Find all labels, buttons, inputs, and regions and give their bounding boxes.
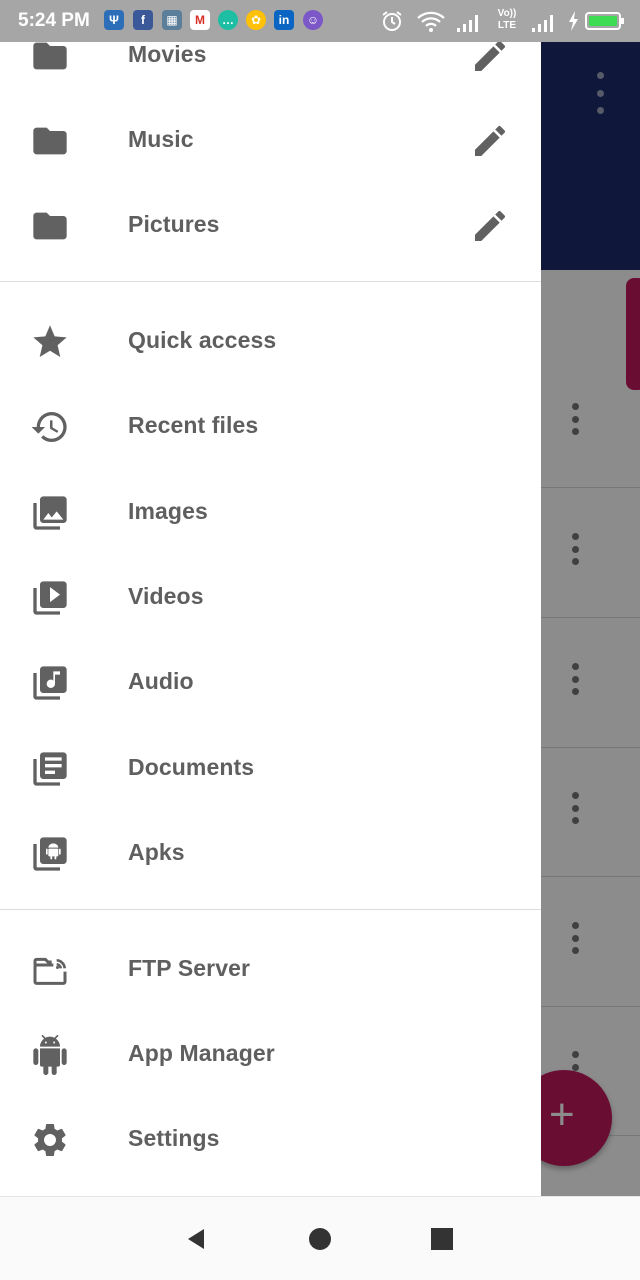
drawer-item-label: Quick access — [128, 327, 277, 353]
ftp-server-icon — [30, 950, 70, 990]
drawer-item-apks[interactable]: Apks — [0, 810, 541, 895]
drawer-divider — [0, 281, 541, 282]
drawer-item-label: Settings — [128, 1125, 220, 1151]
drawer-item-ftp-server[interactable]: FTP Server — [0, 926, 541, 1011]
music-library-icon — [30, 663, 70, 703]
drawer-item-audio[interactable]: Audio — [0, 639, 541, 724]
drawer-item-images[interactable]: Images — [0, 469, 541, 554]
drawer-item-label: Videos — [128, 583, 204, 609]
folder-icon — [30, 121, 70, 161]
star-icon — [30, 322, 70, 362]
history-icon — [30, 407, 70, 447]
navigation-drawer: Movies Music Pictures Quick access Recen… — [0, 0, 541, 1196]
drawer-item-label: Images — [128, 498, 208, 524]
drawer-item-quick-access[interactable]: Quick access — [0, 298, 541, 383]
home-icon[interactable] — [306, 1225, 334, 1253]
volte-icon: Vo)) LTE — [497, 8, 517, 31]
recents-icon[interactable] — [428, 1225, 456, 1253]
alarm-icon — [382, 11, 402, 31]
drawer-item-label: Audio — [128, 668, 194, 694]
drawer-item-label: App Manager — [128, 1040, 275, 1066]
edit-icon[interactable] — [470, 36, 510, 76]
drawer-item-app-manager[interactable]: App Manager — [0, 1011, 541, 1096]
drawer-item-label: Recent files — [128, 412, 259, 438]
edit-icon[interactable] — [470, 121, 510, 161]
gallery-icon: ▦ — [162, 10, 182, 30]
status-time: 5:24 PM — [18, 10, 90, 31]
folder-icon — [30, 206, 70, 246]
status-bar: 5:24 PM Ψ f ▦ M … ✿ in ☺ Vo)) LTE — [0, 0, 640, 42]
wifi-icon — [417, 11, 445, 32]
system-nav-bar — [0, 1196, 640, 1280]
image-library-icon — [30, 493, 70, 533]
drawer-item-settings[interactable]: Settings — [0, 1096, 541, 1181]
messenger-icon: … — [218, 10, 238, 30]
signal-icon — [457, 15, 478, 32]
drawer-item-label: Pictures — [128, 211, 220, 237]
document-library-icon — [30, 749, 70, 789]
drawer-item-label: Music — [128, 126, 194, 152]
signal-icon — [532, 15, 553, 32]
drawer-item-recent-files[interactable]: Recent files — [0, 383, 541, 468]
gear-icon — [30, 1120, 70, 1160]
drawer-item-documents[interactable]: Documents — [0, 725, 541, 810]
drawer-divider — [0, 909, 541, 910]
gmail-icon: M — [190, 10, 210, 30]
android-icon — [30, 1035, 70, 1075]
sunflower-app-icon: ✿ — [246, 10, 266, 30]
usb-icon: Ψ — [104, 10, 124, 30]
drawer-item-pictures[interactable]: Pictures — [0, 182, 541, 267]
drawer-item-label: Documents — [128, 754, 255, 780]
linkedin-icon: in — [274, 10, 294, 30]
apk-library-icon — [30, 834, 70, 874]
back-icon[interactable] — [182, 1225, 210, 1253]
drawer-item-music[interactable]: Music — [0, 97, 541, 182]
drawer-item-label: FTP Server — [128, 955, 251, 981]
charging-icon — [569, 11, 578, 31]
drawer-item-label: Apks — [128, 839, 185, 865]
edit-icon[interactable] — [470, 206, 510, 246]
video-library-icon — [30, 578, 70, 618]
drawer-item-videos[interactable]: Videos — [0, 554, 541, 639]
facebook-icon: f — [133, 10, 153, 30]
folder-icon — [30, 36, 70, 76]
battery-icon — [585, 12, 624, 30]
bot-app-icon: ☺ — [303, 10, 323, 30]
